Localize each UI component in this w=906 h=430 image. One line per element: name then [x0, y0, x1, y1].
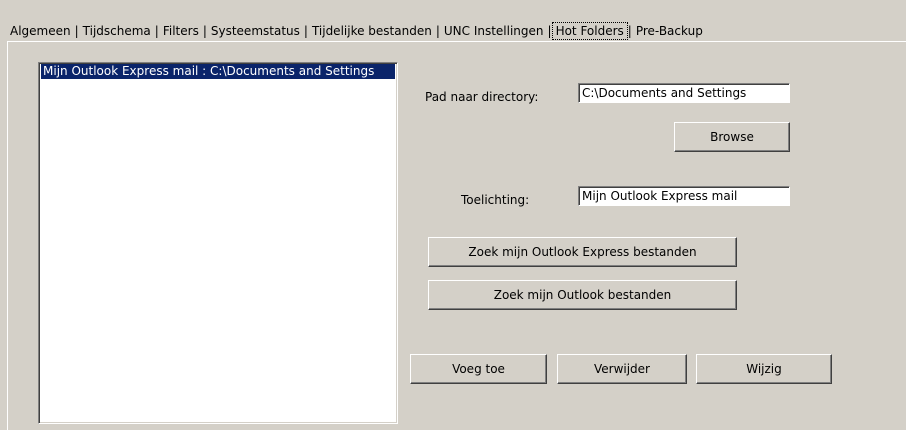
find-outlook-express-button[interactable]: Zoek mijn Outlook Express bestanden: [428, 237, 737, 267]
tab-tijdelijke-bestanden[interactable]: Tijdelijke bestanden: [308, 23, 436, 39]
path-label: Pad naar directory:: [425, 90, 539, 104]
path-input[interactable]: C:\Documents and Settings: [578, 83, 790, 103]
browse-button[interactable]: Browse: [674, 122, 790, 152]
hot-folder-list[interactable]: Mijn Outlook Express mail : C:\Documents…: [38, 62, 398, 424]
tab-tijdschema[interactable]: Tijdschema: [79, 23, 155, 39]
edit-button[interactable]: Wijzig: [696, 354, 832, 384]
tab-algemeen[interactable]: Algemeen: [6, 23, 75, 39]
tab-hot-folders[interactable]: Hot Folders: [551, 22, 628, 40]
remove-button[interactable]: Verwijder: [557, 354, 687, 384]
tab-pre-backup[interactable]: Pre-Backup: [632, 23, 707, 39]
tab-unc-instellingen[interactable]: UNC Instellingen: [440, 23, 548, 39]
find-outlook-button[interactable]: Zoek mijn Outlook bestanden: [428, 280, 737, 310]
tab-systeemstatus[interactable]: Systeemstatus: [207, 23, 304, 39]
list-item[interactable]: Mijn Outlook Express mail : C:\Documents…: [41, 64, 395, 79]
add-button[interactable]: Voeg toe: [410, 354, 547, 384]
tab-filters[interactable]: Filters: [159, 23, 203, 39]
note-label: Toelichting:: [461, 193, 530, 207]
tab-bar: Algemeen | Tijdschema | Filters | Systee…: [6, 21, 707, 41]
note-input[interactable]: Mijn Outlook Express mail: [578, 186, 790, 206]
